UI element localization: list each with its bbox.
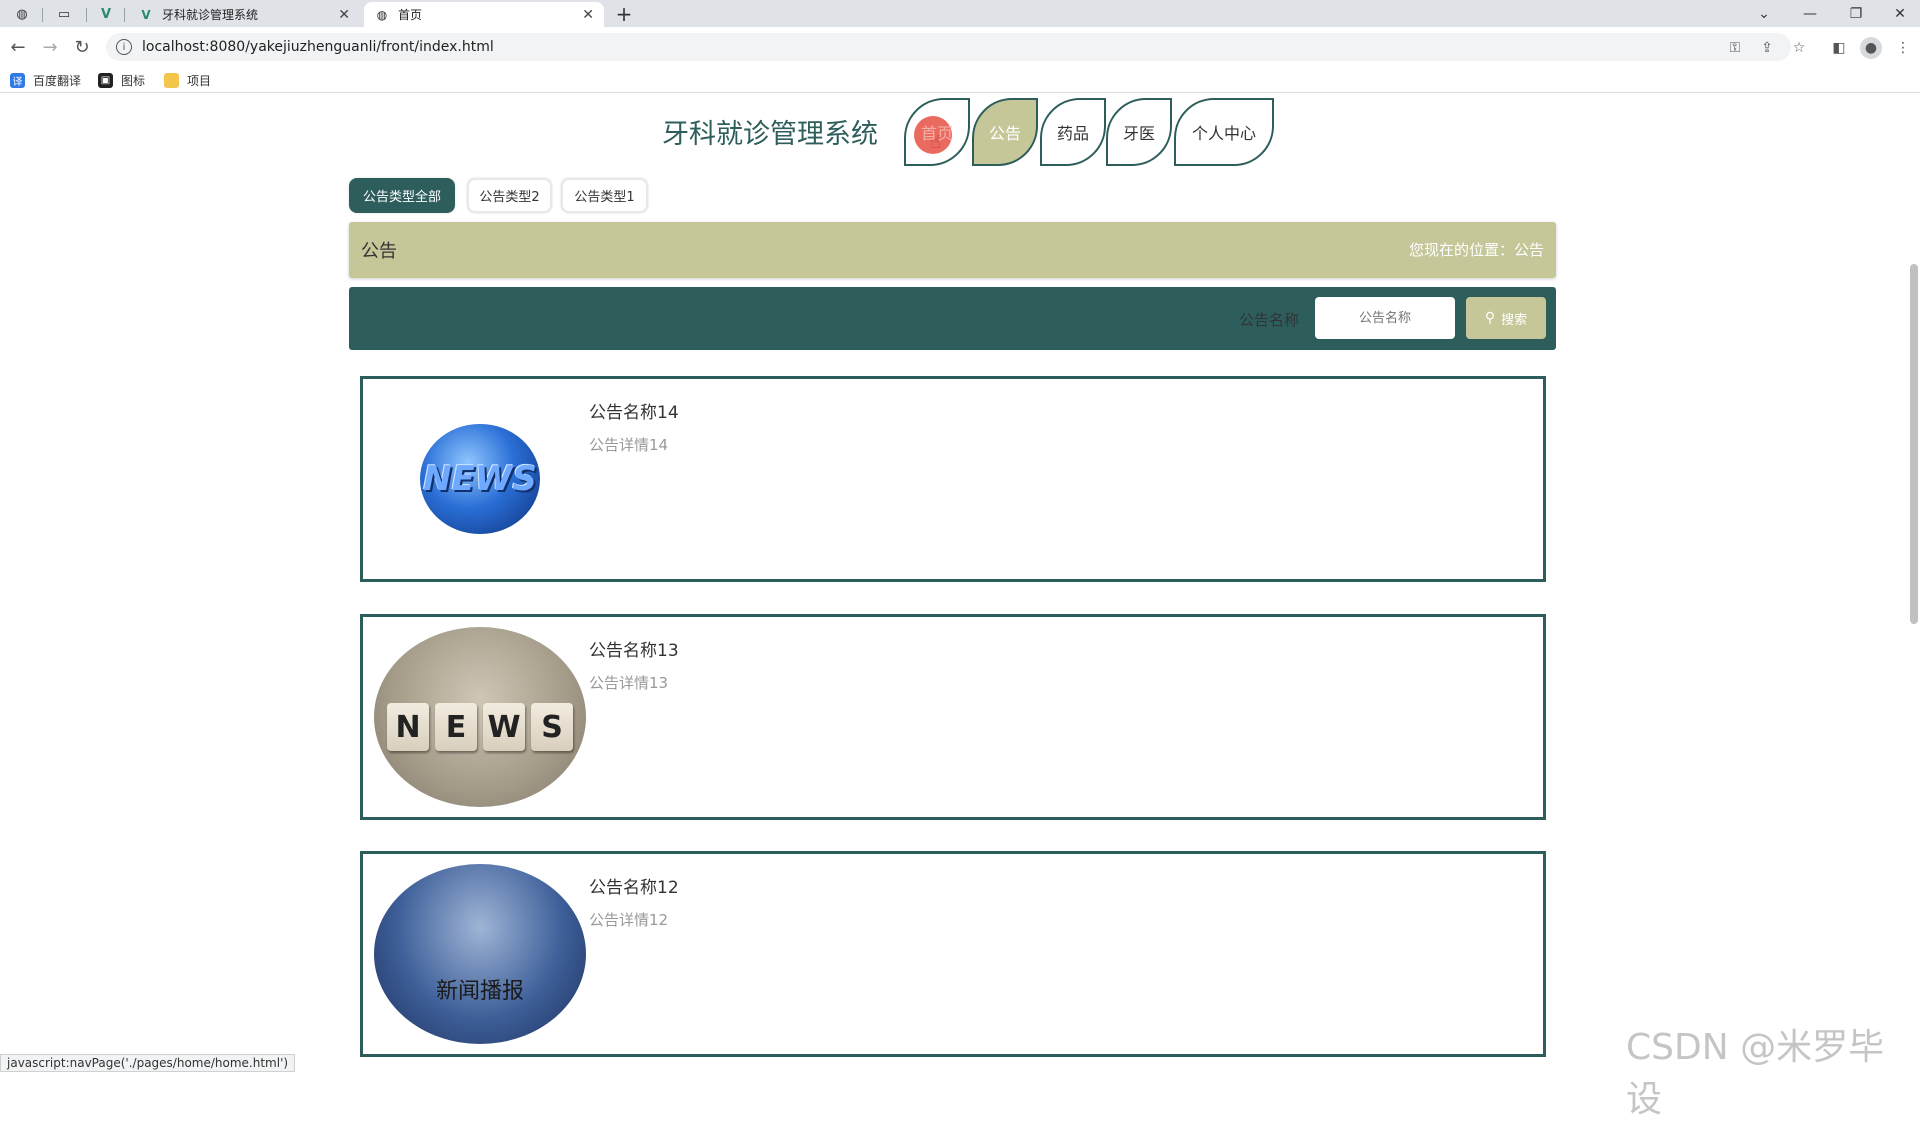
site-title: 牙科就诊管理系统 [662,119,878,150]
nav-label: 个人中心 [1191,124,1256,143]
vue-tab-icon[interactable]: V [92,3,120,25]
tab-search-icon[interactable]: ⌄ [1742,0,1786,27]
tab-home[interactable]: ◍ 首页 ✕ [364,2,604,27]
sidepanel-icon[interactable]: ◧ [1828,37,1850,59]
scrollbar[interactable] [1910,264,1918,624]
info-icon[interactable]: i [116,39,132,55]
tab-title: 首页 [398,8,423,22]
search-button[interactable]: ⚲ 搜索 [1466,297,1546,339]
vue-icon: V [141,7,151,22]
news-globe-image: NEWS [420,424,540,534]
notice-image[interactable]: NEWS [374,389,586,569]
search-input[interactable] [1315,297,1455,339]
news-cubes-image: NEWS [387,703,573,751]
nav-label: 药品 [1056,124,1089,143]
nav-dentist[interactable]: 牙医 [1106,98,1172,166]
reload-icon[interactable]: ↻ [70,35,94,59]
watermark: CSDN @米罗毕设 [1626,1027,1885,1120]
bookmark-project[interactable]: 项目 [164,71,211,89]
share-icon[interactable]: ⇪ [1756,37,1778,59]
status-bar: javascript:navPage('./pages/home/home.ht… [0,1054,296,1072]
folder-icon [164,72,179,88]
notice-card[interactable]: 新闻播报 公告名称12 公告详情12 [360,851,1546,1057]
close-icon[interactable]: ✕ [338,7,350,23]
filter-type2[interactable]: 公告类型2 [467,178,552,213]
translate-icon: 译 [10,72,25,88]
notice-detail: 公告详情14 [589,436,669,454]
nav-label: 牙医 [1122,124,1155,143]
bookmarks-bar: 译 百度翻译 ▣ 图标 项目 [0,67,1920,93]
back-icon[interactable]: ← [6,35,30,59]
breadcrumb: 公告 您现在的位置：公告 [349,222,1556,278]
url-field[interactable]: i localhost:8080/yakejiuzhenguanli/front… [106,33,1791,61]
bookmark-label: 图标 [121,73,146,88]
forward-icon[interactable]: → [38,35,62,59]
search-icon: ⚲ [1484,310,1496,326]
page-content: 牙科就诊管理系统 首页 ☝ 公告 药品 牙医 个人中心 公告类型全部 公告类型2… [0,94,1920,1072]
restore-icon[interactable]: ❐ [1834,0,1878,27]
close-icon[interactable]: ✕ [582,7,594,23]
bookmark-icons[interactable]: ▣ 图标 [98,71,145,89]
location-text: 您现在的位置：公告 [1408,241,1544,259]
menu-icon[interactable]: ⋮ [1892,37,1914,59]
image-icon: ▣ [98,72,113,88]
blank-tab-icon[interactable]: ▭ [50,3,78,25]
search-label: 公告名称 [1239,311,1300,329]
bookmark-label: 项目 [187,73,212,88]
nav-notice[interactable]: 公告 [972,98,1038,166]
key-icon[interactable]: ⚿ [1724,37,1746,59]
notice-title[interactable]: 公告名称13 [589,636,679,661]
notice-card[interactable]: NEWS 公告名称13 公告详情13 [360,614,1546,820]
notice-title[interactable]: 公告名称12 [589,873,679,898]
notice-detail: 公告详情13 [589,674,669,692]
nav-label: 公告 [988,124,1021,143]
notice-image[interactable]: NEWS [374,627,586,807]
notice-title[interactable]: 公告名称14 [589,398,679,423]
profile-icon[interactable]: ● [1860,37,1882,59]
page-title: 公告 [361,241,397,262]
filter-type1[interactable]: 公告类型1 [561,178,648,213]
tab-separator [42,8,43,22]
window-close-icon[interactable]: ✕ [1878,0,1920,27]
star-icon[interactable]: ☆ [1788,37,1810,59]
letter-cube: N [387,703,429,751]
bookmark-label: 百度翻译 [33,73,82,88]
hand-cursor-icon: ☝ [930,132,941,153]
bookmark-translate[interactable]: 译 百度翻译 [10,71,81,89]
tab-title: 牙科就诊管理系统 [162,8,259,22]
nav-medicine[interactable]: 药品 [1040,98,1106,166]
letter-cube: E [435,703,477,751]
tab-separator [124,8,125,22]
notice-image[interactable]: 新闻播报 [374,864,586,1044]
filter-all[interactable]: 公告类型全部 [349,178,455,213]
new-tab-button[interactable]: + [612,2,636,26]
address-bar: ← → ↻ i localhost:8080/yakejiuzhenguanli… [0,27,1920,67]
search-bar: 公告名称 ⚲ 搜索 [349,287,1556,350]
search-button-label: 搜索 [1501,312,1528,328]
tab-system[interactable]: V 牙科就诊管理系统 ✕ [128,2,360,27]
notice-detail: 公告详情12 [589,911,669,929]
browser-tab-bar: ◍ ▭ V V 牙科就诊管理系统 ✕ ◍ 首页 ✕ + ⌄ — ❐ ✕ [0,0,1920,27]
minimize-icon[interactable]: — [1788,0,1832,27]
notice-card[interactable]: NEWS 公告名称14 公告详情14 [360,376,1546,582]
nav-profile[interactable]: 个人中心 [1174,98,1274,166]
tab-separator [86,8,87,22]
news-stage-text: 新闻播报 [435,979,524,1004]
letter-cube: W [483,703,525,751]
globe-icon: ◍ [376,7,388,22]
nav-home[interactable]: 首页 ☝ [904,98,970,166]
letter-cube: S [531,703,573,751]
globe-tab-icon[interactable]: ◍ [8,3,36,25]
url-text: localhost:8080/yakejiuzhenguanli/front/i… [142,39,494,55]
